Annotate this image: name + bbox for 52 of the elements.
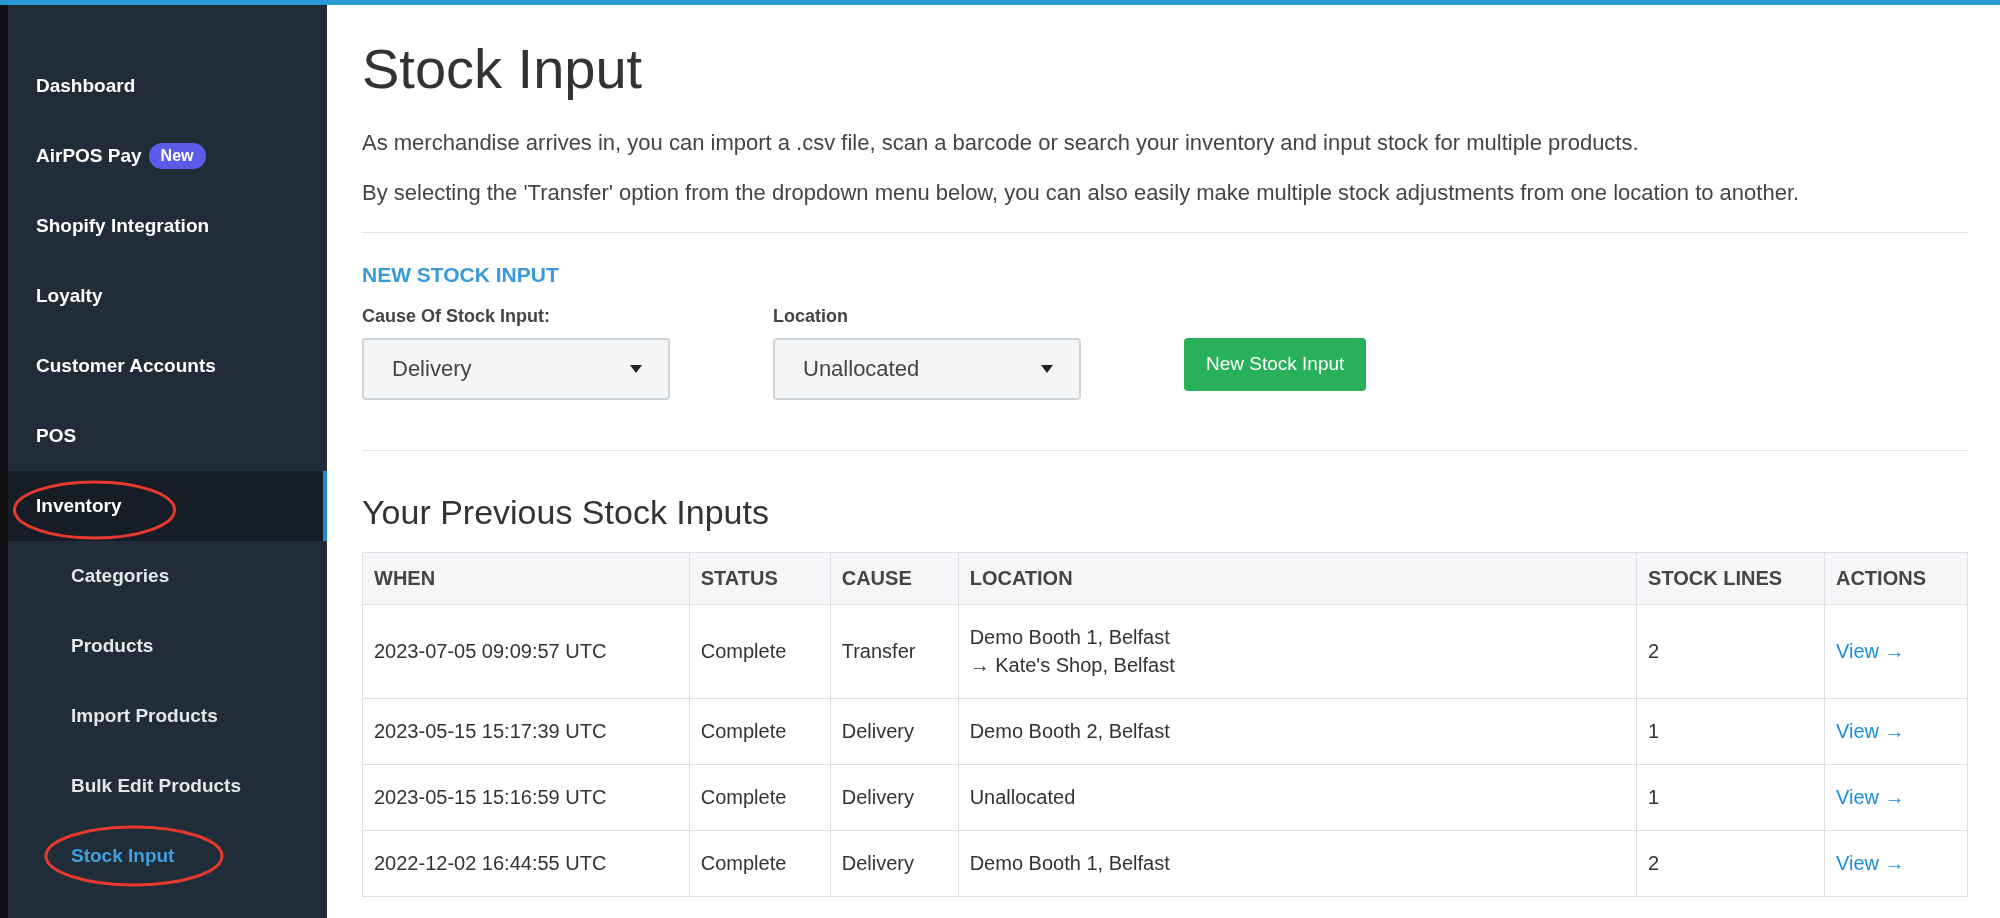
column-header: LOCATION [958, 552, 1637, 605]
intro-paragraph: By selecting the 'Transfer' option from the dropdown menu below, you can also easily make multiple stock adjustments from one location to another. [362, 179, 1801, 208]
table-cell: Demo Booth 1, Belfast → Kate's Shop, Belfast [958, 604, 1637, 699]
sidebar-item[interactable]: Inventory [8, 471, 327, 541]
column-header: STATUS [689, 552, 831, 605]
field-label: Location [773, 304, 849, 328]
column-header: STOCK LINES [1636, 552, 1825, 605]
table-cell: Complete [689, 830, 831, 897]
view-link[interactable]: View → [1836, 852, 1905, 875]
table-cell: Transfer [830, 604, 959, 699]
intro-paragraph: As merchandise arrives in, you can import a .csv file, scan a barcode or search your inventory and input stock for multiple products. [362, 129, 1640, 158]
sidebar-item[interactable]: Categories [8, 541, 327, 611]
column-header: WHEN [362, 552, 690, 605]
table-cell: 2022-12-02 16:44:55 UTC [362, 830, 690, 897]
sidebar-item[interactable]: Shopify Integration [8, 191, 327, 261]
table-cell: Demo Booth 2, Belfast [958, 698, 1637, 765]
table-cell: Unallocated [958, 764, 1637, 831]
sidebar-item[interactable]: Bulk Edit Products [8, 751, 327, 821]
table-cell: Complete [689, 764, 831, 831]
page-title: Stock Input [362, 36, 644, 102]
table-cell: 2023-07-05 09:09:57 UTC [362, 604, 690, 699]
table-cell: Delivery [830, 698, 959, 765]
table-cell: Demo Booth 1, Belfast [958, 830, 1637, 897]
table-cell: Complete [689, 698, 831, 765]
new-badge: New [148, 143, 206, 169]
section-title: Your Previous Stock Inputs [362, 491, 770, 533]
table-cell: 2023-05-15 15:17:39 UTC [362, 698, 690, 765]
column-header: CAUSE [830, 552, 959, 605]
view-link[interactable]: View → [1836, 786, 1905, 809]
field-label: Cause Of Stock Input: [362, 304, 551, 328]
view-link[interactable]: View → [1836, 720, 1905, 743]
table-cell: 2023-05-15 15:16:59 UTC [362, 764, 690, 831]
table-cell: 2 [1636, 604, 1825, 699]
sidebar-item[interactable]: Import Products [8, 681, 327, 751]
sidebar-item[interactable]: Customer Accounts [8, 331, 327, 401]
view-link[interactable]: View → [1836, 640, 1905, 663]
table-cell: Delivery [830, 830, 959, 897]
column-header: ACTIONS [1824, 552, 1968, 605]
table-cell: Complete [689, 604, 831, 699]
sidebar-item[interactable]: Dashboard [8, 51, 327, 121]
sidebar-item[interactable]: AirPOS Pay New [8, 121, 327, 191]
sidebar-item[interactable]: POS [8, 401, 327, 471]
dropdown[interactable]: Unallocated [773, 337, 1081, 400]
table-cell: 1 [1636, 698, 1825, 765]
table-cell: 1 [1636, 764, 1825, 831]
table-cell: Delivery [830, 764, 959, 831]
sidebar-item[interactable]: Stock Input [8, 821, 327, 891]
sidebar-item[interactable]: Products [8, 611, 327, 681]
sidebar-item[interactable]: Loyalty [8, 261, 327, 331]
table-cell: 2 [1636, 830, 1825, 897]
section-heading: NEW STOCK INPUT [362, 262, 560, 289]
dropdown[interactable]: Delivery [362, 337, 670, 400]
